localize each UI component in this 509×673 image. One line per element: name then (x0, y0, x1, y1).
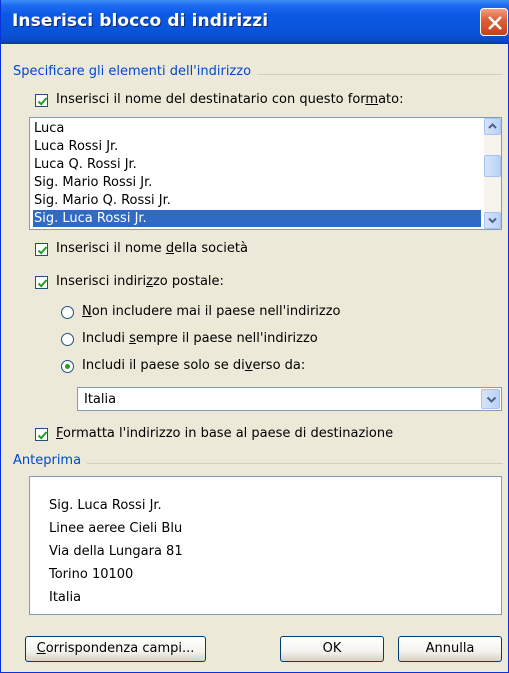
checkmark-icon (37, 246, 48, 255)
list-item[interactable]: Luca Rossi Jr. (33, 138, 118, 155)
address-block-dialog: Inserisci blocco di indirizzi Specificar… (0, 0, 509, 673)
company-name-label: Inserisci il nome della società (56, 241, 248, 256)
scroll-thumb[interactable] (484, 155, 501, 177)
radio-label-always-include: Includi sempre il paese nell'indirizzo (82, 331, 318, 346)
chevron-up-icon (488, 123, 497, 129)
list-item-selected[interactable]: Sig. Luca Rossi Jr. (33, 210, 481, 227)
radio-label-never-include: Non includere mai il paese nell'indirizz… (82, 304, 341, 319)
format-by-country-label: Formatta l'indirizzo in base al paese di… (56, 426, 394, 441)
recipient-name-checkbox[interactable] (35, 94, 48, 107)
recipient-name-label: Inserisci il nome del destinatario con q… (56, 92, 404, 107)
preview-line: Sig. Luca Rossi Jr. (49, 498, 162, 513)
country-dropdown-value: Italia (84, 392, 117, 407)
dialog-title: Inserisci blocco di indirizzi (12, 11, 269, 31)
chevron-down-icon (488, 217, 497, 224)
postal-address-checkbox[interactable] (35, 276, 48, 289)
country-dropdown-button[interactable] (481, 389, 500, 409)
radio-never-include-country[interactable] (61, 306, 74, 319)
radio-selected-dot (65, 364, 70, 369)
radio-label-include-if-different: Includi il paese solo se diverso da: (82, 358, 306, 373)
preview-line: Via della Lungara 81 (49, 544, 183, 559)
cancel-button[interactable]: Annulla (398, 636, 502, 662)
checkmark-icon (37, 279, 48, 288)
radio-always-include-country[interactable] (61, 333, 74, 346)
ok-button[interactable]: OK (280, 636, 384, 662)
format-by-country-checkbox[interactable] (35, 428, 48, 441)
postal-address-label: Inserisci indirizzo postale: (56, 274, 224, 289)
checkmark-icon (37, 97, 48, 106)
address-preview: Sig. Luca Rossi Jr. Linee aeree Cieli Bl… (29, 476, 502, 615)
company-name-checkbox[interactable] (35, 243, 48, 256)
close-icon (488, 16, 502, 30)
close-button[interactable] (480, 8, 508, 36)
country-dropdown[interactable]: Italia (77, 387, 502, 411)
name-format-list[interactable]: Luca Luca Rossi Jr. Luca Q. Rossi Jr. Si… (29, 117, 502, 230)
chevron-down-icon (486, 396, 497, 403)
list-item[interactable]: Sig. Mario Rossi Jr. (33, 174, 152, 191)
list-item[interactable]: Luca (33, 120, 64, 137)
preview-line: Italia (49, 590, 82, 605)
list-scrollbar[interactable] (484, 118, 501, 229)
scroll-down-button[interactable] (484, 212, 501, 229)
preview-line: Linee aeree Cieli Blu (49, 521, 183, 536)
group-label-address: Specificare gli elementi dell'indirizzo (13, 64, 258, 79)
radio-include-if-different[interactable] (61, 360, 74, 373)
title-bar[interactable]: Inserisci blocco di indirizzi (1, 0, 509, 44)
scroll-up-button[interactable] (484, 118, 501, 135)
checkmark-icon (37, 431, 48, 440)
match-fields-button[interactable]: Corrispondenza campi... (25, 636, 206, 662)
group-label-preview: Anteprima (13, 453, 88, 468)
list-item[interactable]: Sig. Mario Q. Rossi Jr. (33, 192, 171, 209)
list-item[interactable]: Luca Q. Rossi Jr. (33, 156, 137, 173)
preview-line: Torino 10100 (49, 567, 134, 582)
